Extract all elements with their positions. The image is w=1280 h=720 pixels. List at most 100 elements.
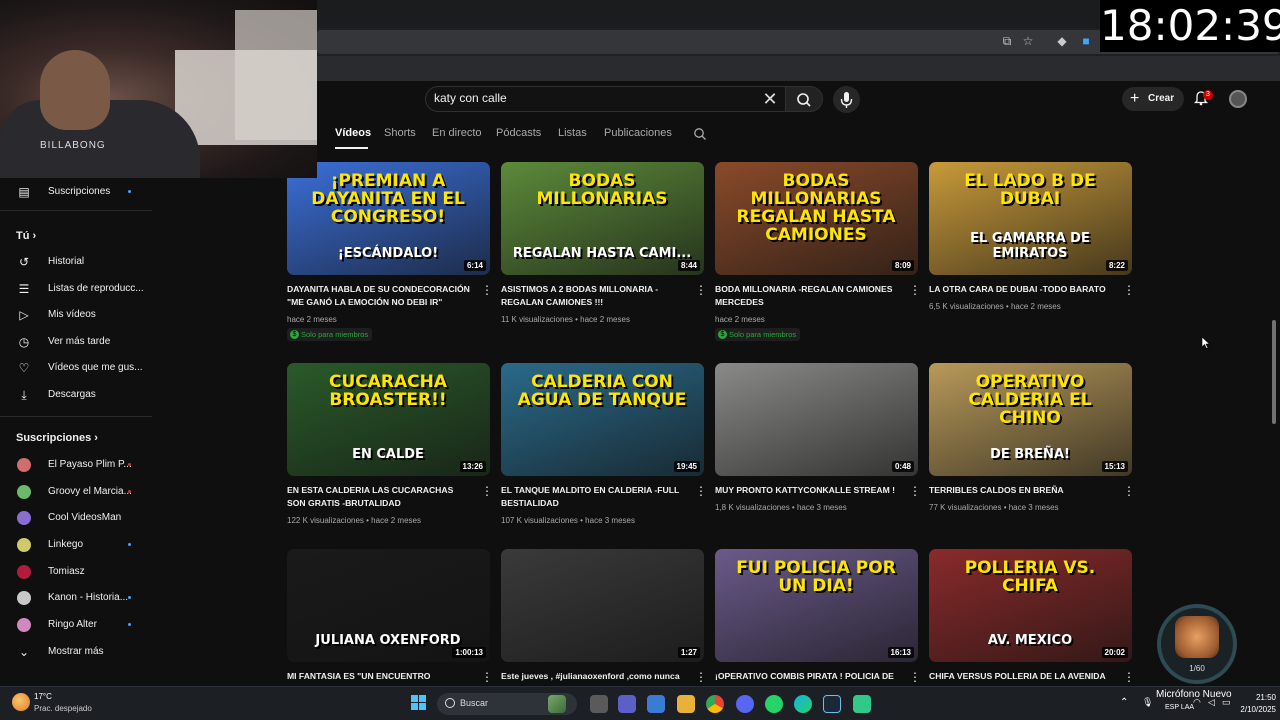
video-card[interactable]: 1:27 Este jueves , #julianaoxenford ,como… xyxy=(501,549,707,686)
video-title[interactable]: LA OTRA CARA DE DUBAI -TODO BARATO xyxy=(929,283,1115,296)
sidebar-item-history[interactable]: ↺ Historial xyxy=(0,250,156,274)
voice-search-button[interactable] xyxy=(833,86,860,113)
more-actions-icon[interactable]: ⋮ xyxy=(1123,485,1135,497)
video-title[interactable]: ASISTIMOS A 2 BODAS MILLONARIA - REGALAN… xyxy=(501,283,687,309)
video-thumbnail[interactable]: CALDERIA CON AGUA DE TANQUE 19:45 xyxy=(501,363,704,476)
more-actions-icon[interactable]: ⋮ xyxy=(481,485,493,497)
microphone-tray-icon[interactable]: 🎙 xyxy=(1142,697,1153,707)
task-view-icon[interactable] xyxy=(590,695,608,713)
sidebar-item-liked-videos[interactable]: ♡ Vídeos que me gus... xyxy=(0,356,156,380)
file-explorer-icon[interactable] xyxy=(677,695,695,713)
tab-playlists[interactable]: Listas xyxy=(558,127,587,139)
video-thumbnail[interactable]: 1:27 xyxy=(501,549,704,662)
tab-shorts[interactable]: Shorts xyxy=(384,127,416,139)
tab-videos[interactable]: Vídeos xyxy=(335,127,371,139)
sidebar-item-channel[interactable]: Kanon - Historia... xyxy=(0,586,156,610)
extension-blue-icon[interactable]: ■ xyxy=(1079,34,1093,48)
more-actions-icon[interactable]: ⋮ xyxy=(909,284,921,296)
extension-icon[interactable]: ◆ xyxy=(1055,34,1069,48)
language-indicator[interactable]: ESP LAA xyxy=(1165,704,1194,711)
sidebar-item-watch-later[interactable]: ◷ Ver más tarde xyxy=(0,330,156,354)
video-title[interactable]: EL TANQUE MALDITO EN CALDERIA -FULL BEST… xyxy=(501,484,687,510)
tray-overflow-icon[interactable]: ⌃ xyxy=(1120,697,1128,708)
teams-icon[interactable] xyxy=(618,695,636,713)
video-card[interactable]: FUI POLICIA POR UN DIA! 16:13 ¡OPERATIVO C… xyxy=(715,549,921,686)
video-title[interactable]: DAYANITA HABLA DE SU CONDECORACIÓN "ME G… xyxy=(287,283,473,309)
video-card[interactable]: BODAS MILLONARIAS REGALAN HASTA CAMI... 8:… xyxy=(501,162,707,347)
video-card[interactable]: ¡PREMIAN A DAYANITA EN EL CONGRESO! ¡ESCÁ… xyxy=(287,162,493,347)
video-card[interactable]: OPERATIVO CALDERIA EL CHINO DE BREÑA! 15:1… xyxy=(929,363,1135,548)
weather-icon[interactable] xyxy=(12,693,30,711)
more-actions-icon[interactable]: ⋮ xyxy=(481,671,493,683)
sidebar-subscriptions-heading[interactable]: Suscripciones › xyxy=(16,432,98,444)
windows-start-icon[interactable] xyxy=(411,695,427,711)
tab-podcasts[interactable]: Pódcasts xyxy=(496,127,541,139)
app-icon[interactable] xyxy=(853,695,871,713)
page-scrollbar[interactable] xyxy=(1272,320,1276,424)
sidebar-item-channel[interactable]: El Payaso Plim P... xyxy=(0,453,156,477)
video-title[interactable]: MI FANTASIA ES "UN ENCUENTRO xyxy=(287,670,473,683)
video-thumbnail[interactable]: JULIANA OXENFORD 1:00:13 xyxy=(287,549,490,662)
volume-icon[interactable]: ◁ xyxy=(1208,697,1218,707)
clear-search-icon[interactable]: ✕ xyxy=(760,89,780,109)
video-thumbnail[interactable]: BODAS MILLONARIAS REGALAN HASTA CAMIONES… xyxy=(715,162,918,275)
video-title[interactable]: EN ESTA CALDERIA LAS CUCARACHAS SON GRAT… xyxy=(287,484,473,510)
video-title[interactable]: BODA MILLONARIA -REGALAN CAMIONES MERCED… xyxy=(715,283,901,309)
video-title[interactable]: ¡OPERATIVO COMBIS PIRATA ! POLICIA DE xyxy=(715,670,901,683)
sidebar-item-channel[interactable]: Groovy el Marcia... xyxy=(0,480,156,504)
sidebar-item-channel[interactable]: Ringo Alter xyxy=(0,613,156,637)
chrome-icon[interactable] xyxy=(706,695,724,713)
wifi-icon[interactable]: ◠ xyxy=(1193,697,1203,707)
more-actions-icon[interactable]: ⋮ xyxy=(695,284,707,296)
video-card[interactable]: POLLERIA VS. CHIFA AV. MEXICO 20:02 CHIFA V… xyxy=(929,549,1135,686)
sidebar-item-channel[interactable]: Tomiasz xyxy=(0,560,156,584)
more-actions-icon[interactable]: ⋮ xyxy=(1123,671,1135,683)
whatsapp-icon[interactable] xyxy=(765,695,783,713)
video-thumbnail[interactable]: ¡PREMIAN A DAYANITA EN EL CONGRESO! ¡ESCÁ… xyxy=(287,162,490,275)
video-card[interactable]: EL LADO B DE DUBAI EL GAMARRA DE EMIRATOS… xyxy=(929,162,1135,347)
store-icon[interactable] xyxy=(647,695,665,713)
video-card[interactable]: CUCARACHA BROASTER!! EN CALDE 13:26 EN ESTA… xyxy=(287,363,493,548)
video-thumbnail[interactable]: BODAS MILLONARIAS REGALAN HASTA CAMI... 8:… xyxy=(501,162,704,275)
sidebar-item-my-videos[interactable]: ▷ Mis vídeos xyxy=(0,303,156,327)
bookmark-star-icon[interactable]: ☆ xyxy=(1021,34,1035,48)
video-thumbnail[interactable]: EL LADO B DE DUBAI EL GAMARRA DE EMIRATOS… xyxy=(929,162,1132,275)
video-title[interactable]: CHIFA VERSUS POLLERIA DE LA AVENIDA xyxy=(929,670,1115,683)
video-title[interactable]: MUY PRONTO KATTYCONKALLE STREAM ! xyxy=(715,484,901,497)
taskbar-date[interactable]: 2/10/2025 xyxy=(1225,705,1276,714)
video-thumbnail[interactable]: FUI POLICIA POR UN DIA! 16:13 xyxy=(715,549,918,662)
video-thumbnail[interactable]: POLLERIA VS. CHIFA AV. MEXICO 20:02 xyxy=(929,549,1132,662)
channel-search-icon[interactable] xyxy=(693,127,707,141)
video-thumbnail[interactable]: OPERATIVO CALDERIA EL CHINO DE BREÑA! 15:1… xyxy=(929,363,1132,476)
install-app-icon[interactable]: ⧉ xyxy=(1000,34,1014,48)
taskbar-time[interactable]: 21:50 xyxy=(1236,693,1276,702)
discord-icon[interactable] xyxy=(736,695,754,713)
video-card[interactable]: BODAS MILLONARIAS REGALAN HASTA CAMIONES… xyxy=(715,162,921,347)
sidebar-show-more[interactable]: ⌄ Mostrar más xyxy=(0,640,156,664)
video-title[interactable]: TERRIBLES CALDOS EN BREÑA xyxy=(929,484,1115,497)
steam-icon[interactable] xyxy=(823,695,841,713)
tab-live[interactable]: En directo xyxy=(432,127,482,139)
edge-icon[interactable] xyxy=(794,695,812,713)
video-thumbnail[interactable]: CUCARACHA BROASTER!! EN CALDE 13:26 xyxy=(287,363,490,476)
tab-posts[interactable]: Publicaciones xyxy=(604,127,672,139)
search-button[interactable] xyxy=(785,86,823,112)
more-actions-icon[interactable]: ⋮ xyxy=(1123,284,1135,296)
sidebar-item-subscriptions[interactable]: ▤ Suscripciones xyxy=(0,180,156,204)
more-actions-icon[interactable]: ⋮ xyxy=(909,485,921,497)
sidebar-item-playlists[interactable]: ☰ Listas de reproducc... xyxy=(0,277,156,301)
video-card[interactable]: JULIANA OXENFORD 1:00:13 MI FANTASIA ES "U… xyxy=(287,549,493,686)
sidebar-you-heading[interactable]: Tú › xyxy=(16,230,36,242)
more-actions-icon[interactable]: ⋮ xyxy=(695,671,707,683)
account-avatar[interactable] xyxy=(1229,90,1247,108)
sidebar-item-channel[interactable]: Cool VideosMan xyxy=(0,506,156,530)
more-actions-icon[interactable]: ⋮ xyxy=(481,284,493,296)
video-title[interactable]: Este jueves , #julianaoxenford ,como nun… xyxy=(501,670,687,683)
video-card[interactable]: 0:48 MUY PRONTO KATTYCONKALLE STREAM ! ⋮ 1,… xyxy=(715,363,921,548)
search-input[interactable]: katy con calle xyxy=(434,91,507,105)
more-actions-icon[interactable]: ⋮ xyxy=(909,671,921,683)
more-actions-icon[interactable]: ⋮ xyxy=(695,485,707,497)
video-thumbnail[interactable]: 0:48 xyxy=(715,363,918,476)
video-card[interactable]: CALDERIA CON AGUA DE TANQUE 19:45 EL TANQU… xyxy=(501,363,707,548)
sidebar-item-channel[interactable]: Linkego xyxy=(0,533,156,557)
